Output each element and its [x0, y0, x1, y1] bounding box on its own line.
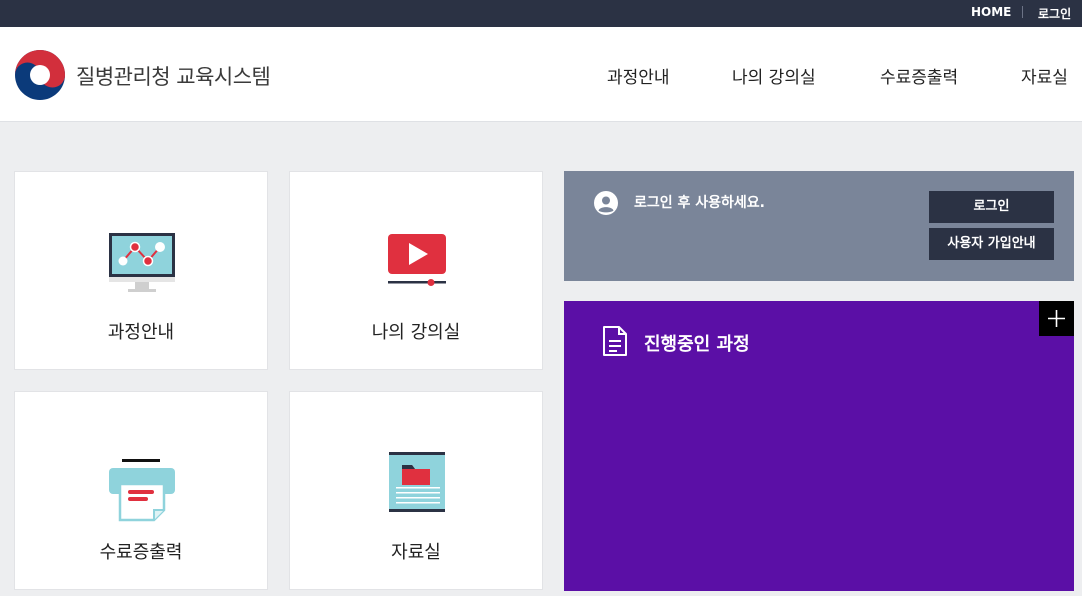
- signup-guide-button[interactable]: 사용자 가입안내: [929, 228, 1054, 260]
- top-login-link[interactable]: 로그인: [1038, 5, 1071, 22]
- site-title[interactable]: 질병관리청 교육시스템: [76, 61, 271, 91]
- ongoing-course-title: 진행중인 과정: [644, 334, 750, 355]
- taegeuk-logo-icon[interactable]: [14, 49, 66, 101]
- tile-label: 나의 강의실: [371, 322, 461, 343]
- nav-certificate-print[interactable]: 수료증출력: [880, 63, 958, 88]
- tile-label: 과정안내: [107, 322, 175, 343]
- user-icon: [594, 191, 618, 215]
- tile-certificate-print[interactable]: 수료증출력: [14, 391, 268, 590]
- tile-label: 수료증출력: [99, 542, 183, 563]
- folder-document-icon: [389, 452, 445, 512]
- nav-course-info[interactable]: 과정안내: [607, 63, 670, 88]
- top-bar: HOME 로그인: [0, 0, 1082, 27]
- tile-my-classroom[interactable]: 나의 강의실: [289, 171, 543, 370]
- printer-icon: [109, 459, 175, 522]
- nav-my-classroom[interactable]: 나의 강의실: [732, 63, 816, 88]
- plus-icon: [1048, 310, 1065, 327]
- header: 질병관리청 교육시스템 과정안내 나의 강의실 수료증출력 자료실: [0, 27, 1082, 122]
- nav-resources[interactable]: 자료실: [1021, 63, 1068, 88]
- tile-course-info[interactable]: 과정안내: [14, 171, 268, 370]
- video-play-icon: [388, 234, 446, 286]
- home-link[interactable]: HOME: [971, 5, 1011, 19]
- monitor-chart-icon: [109, 233, 175, 292]
- tile-label: 자료실: [391, 542, 441, 563]
- more-courses-button[interactable]: [1039, 301, 1074, 336]
- tile-resources[interactable]: 자료실: [289, 391, 543, 590]
- document-icon: [603, 326, 627, 356]
- ongoing-course-panel: 진행중인 과정: [564, 301, 1074, 591]
- login-panel: 로그인 후 사용하세요. 로그인 사용자 가입안내: [564, 171, 1074, 281]
- login-message: 로그인 후 사용하세요.: [634, 195, 765, 211]
- top-bar-divider: [1022, 6, 1023, 18]
- login-button[interactable]: 로그인: [929, 191, 1054, 223]
